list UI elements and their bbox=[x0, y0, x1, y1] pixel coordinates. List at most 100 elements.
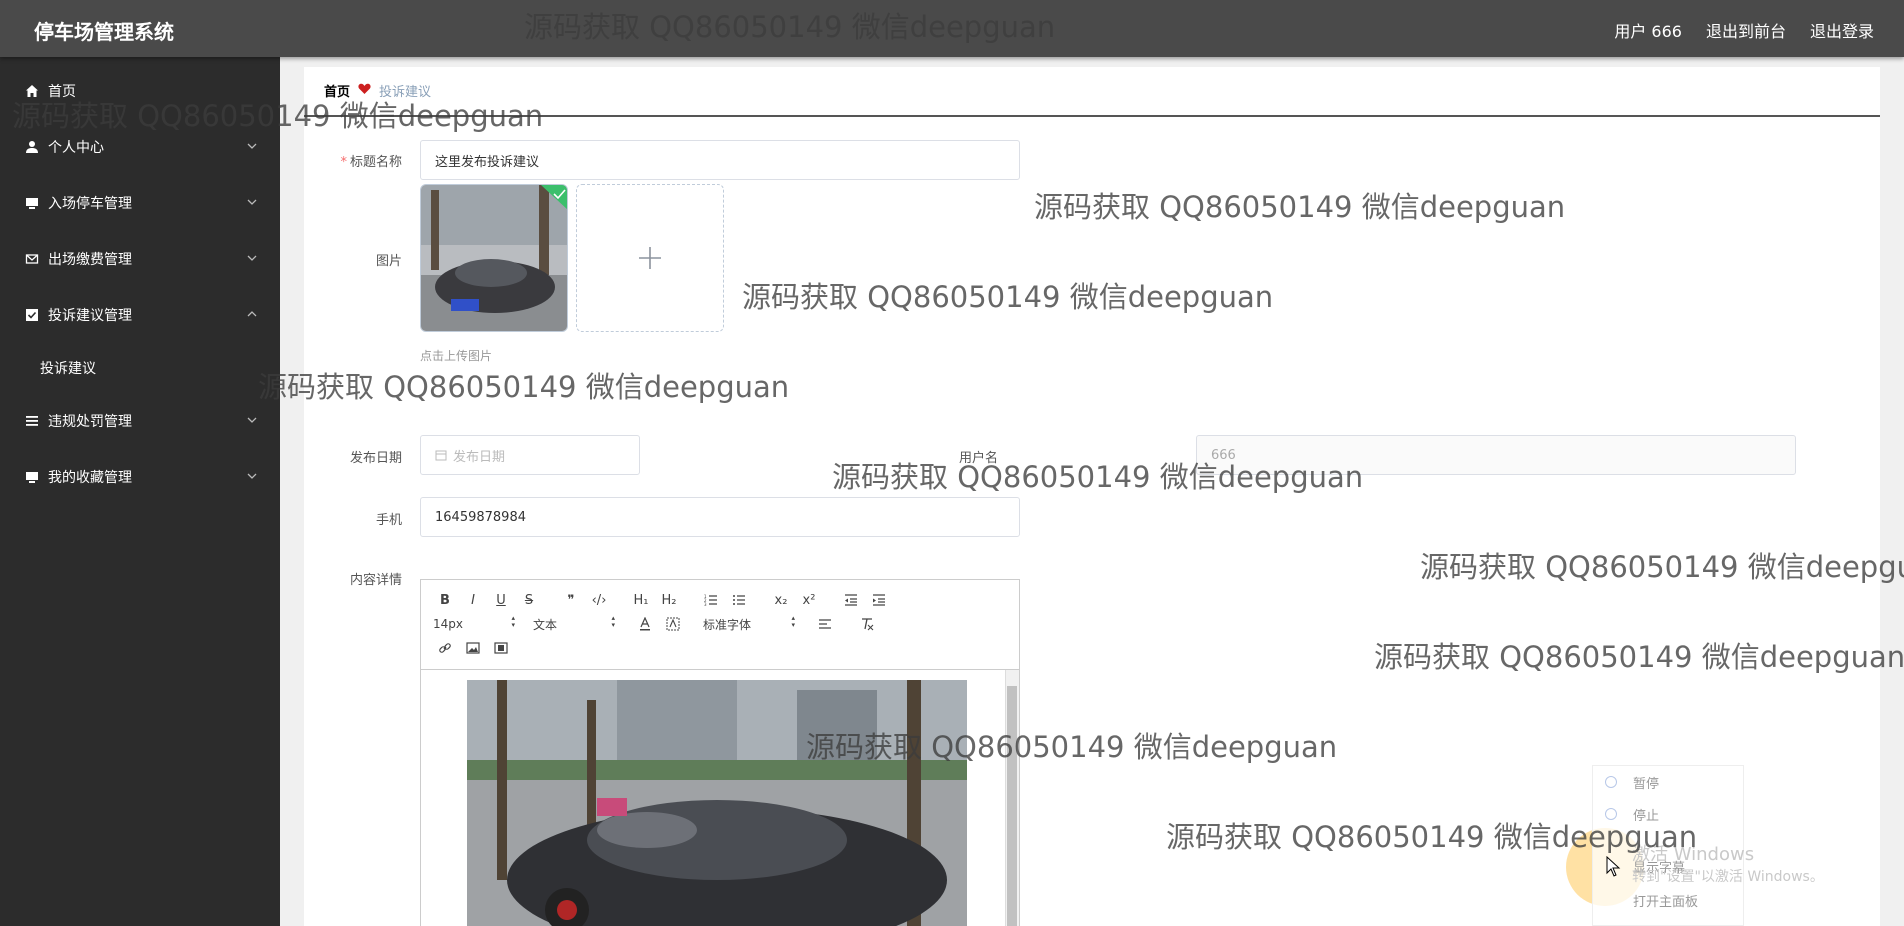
title-label-text: 标题名称 bbox=[349, 155, 402, 170]
video-icon[interactable] bbox=[489, 637, 513, 659]
title-label: * 标题名称 bbox=[312, 151, 402, 170]
list-icon bbox=[24, 413, 40, 429]
heart-icon bbox=[358, 83, 371, 99]
svg-text:3: 3 bbox=[704, 602, 707, 606]
username-label: 用户名 bbox=[958, 451, 998, 466]
activate-windows-title: 激活 Windows bbox=[1632, 844, 1755, 865]
chevron-up-icon bbox=[247, 311, 257, 317]
sidebar-subitem-complaint[interactable]: 投诉建议 bbox=[0, 343, 280, 393]
blockquote-button[interactable]: ❞ bbox=[559, 589, 583, 611]
editor-toolbar: B I U S ❞ ‹/› H₁ H₂ 123 x₂ x² 14px ▴ ▾ 文… bbox=[421, 580, 1019, 670]
sidebar-item-violations[interactable]: 违规处罚管理 bbox=[0, 393, 280, 449]
sidebar-item-exit-payment[interactable]: 出场缴费管理 bbox=[0, 231, 280, 287]
clear-format-icon[interactable] bbox=[855, 613, 879, 635]
user-icon bbox=[24, 139, 40, 155]
plus-icon bbox=[639, 247, 661, 269]
exit-to-front-link[interactable]: 退出到前台 bbox=[1706, 18, 1786, 42]
chevron-down-icon bbox=[247, 417, 257, 423]
calendar-icon bbox=[435, 449, 447, 461]
align-icon[interactable] bbox=[813, 613, 837, 635]
breadcrumb-divider bbox=[304, 115, 1880, 117]
required-mark: * bbox=[340, 155, 347, 170]
monitor-icon bbox=[24, 195, 40, 211]
underline-button[interactable]: U bbox=[489, 589, 513, 611]
font-color-icon[interactable] bbox=[633, 613, 657, 635]
sidebar-item-complaints[interactable]: 投诉建议管理 bbox=[0, 287, 280, 343]
italic-button[interactable]: I bbox=[461, 589, 485, 611]
uploaded-image-thumbnail[interactable] bbox=[420, 184, 568, 332]
menu-item-label: 打开主面板 bbox=[1633, 894, 1699, 910]
activate-windows-subtitle: 转到"设置"以激活 Windows。 bbox=[1632, 869, 1824, 885]
phone-input[interactable]: 16459878984 bbox=[420, 497, 1020, 537]
sidebar-item-favorites[interactable]: 我的收藏管理 bbox=[0, 449, 280, 505]
menu-item-pause[interactable]: 暂停 bbox=[1593, 766, 1743, 798]
date-label: 发布日期 bbox=[349, 451, 402, 466]
breadcrumb-current: 投诉建议 bbox=[379, 85, 432, 100]
breadcrumb: 首页 投诉建议 bbox=[324, 81, 431, 100]
image-label: 图片 bbox=[375, 254, 402, 269]
sidebar-item-label: 我的收藏管理 bbox=[48, 470, 132, 486]
outdent-icon[interactable] bbox=[839, 589, 863, 611]
content-image bbox=[467, 680, 967, 926]
bullet-list-icon[interactable] bbox=[727, 589, 751, 611]
sidebar-item-home[interactable]: 首页 bbox=[0, 63, 280, 119]
menu-item-stop[interactable]: 停止 bbox=[1593, 798, 1743, 830]
font-size-select[interactable]: 14px bbox=[433, 613, 515, 635]
chevron-down-icon bbox=[247, 199, 257, 205]
monitor-icon bbox=[24, 469, 40, 485]
editor-scrollbar[interactable] bbox=[1005, 670, 1019, 926]
username-input[interactable]: 666 bbox=[1196, 435, 1796, 475]
strike-button[interactable]: S bbox=[517, 589, 541, 611]
indent-icon[interactable] bbox=[867, 589, 891, 611]
radio-icon bbox=[1605, 776, 1617, 788]
image-upload-button[interactable] bbox=[576, 184, 724, 332]
link-icon[interactable] bbox=[433, 637, 457, 659]
top-bar: 停车场管理系统 用户 666 退出到前台 退出登录 bbox=[0, 0, 1904, 57]
chevron-down-icon bbox=[247, 473, 257, 479]
upload-tip: 点击上传图片 bbox=[420, 349, 493, 363]
heading2-button[interactable]: H₂ bbox=[657, 589, 681, 611]
ordered-list-icon[interactable]: 123 bbox=[699, 589, 723, 611]
header-actions: 用户 666 退出到前台 退出登录 bbox=[1614, 18, 1874, 42]
subscript-button[interactable]: x₂ bbox=[769, 589, 793, 611]
date-picker[interactable]: 发布日期 bbox=[420, 435, 640, 475]
mail-icon bbox=[24, 251, 40, 267]
sidebar-item-parking-entry[interactable]: 入场停车管理 bbox=[0, 175, 280, 231]
checkbox-icon bbox=[24, 307, 40, 323]
sidebar-item-label: 入场停车管理 bbox=[48, 196, 132, 212]
mouse-cursor-icon bbox=[1606, 856, 1621, 877]
rich-text-editor[interactable]: B I U S ❞ ‹/› H₁ H₂ 123 x₂ x² 14px ▴ ▾ 文… bbox=[420, 579, 1020, 926]
sidebar-item-label: 首页 bbox=[48, 84, 76, 100]
superscript-button[interactable]: x² bbox=[797, 589, 821, 611]
code-block-button[interactable]: ‹/› bbox=[587, 589, 611, 611]
sidebar-item-label: 投诉建议管理 bbox=[48, 308, 132, 324]
paragraph-select[interactable]: 文本 bbox=[533, 613, 615, 635]
phone-label: 手机 bbox=[375, 513, 402, 528]
heading1-button[interactable]: H₁ bbox=[629, 589, 653, 611]
chevron-down-icon bbox=[247, 143, 257, 149]
sidebar: 首页 个人中心 入场停车管理 出场缴费管理 投诉建议管理 投诉建议 违规处罚管理 bbox=[0, 57, 280, 926]
chevron-down-icon bbox=[247, 255, 257, 261]
sidebar-item-label: 出场缴费管理 bbox=[48, 252, 132, 268]
menu-item-label: 停止 bbox=[1633, 808, 1660, 824]
font-family-select[interactable]: 标准字体 bbox=[703, 613, 795, 635]
radio-icon bbox=[1605, 808, 1617, 820]
user-label[interactable]: 用户 666 bbox=[1614, 18, 1682, 42]
image-icon[interactable] bbox=[461, 637, 485, 659]
sidebar-item-profile[interactable]: 个人中心 bbox=[0, 119, 280, 175]
breadcrumb-home[interactable]: 首页 bbox=[324, 81, 350, 100]
menu-item-open-panel[interactable]: 打开主面板 bbox=[1593, 884, 1743, 916]
app-title: 停车场管理系统 bbox=[34, 20, 174, 44]
bold-button[interactable]: B bbox=[433, 589, 457, 611]
title-input[interactable]: 这里发布投诉建议 bbox=[420, 140, 1020, 180]
scrollbar-thumb[interactable] bbox=[1007, 686, 1017, 926]
date-placeholder: 发布日期 bbox=[453, 449, 506, 465]
logout-link[interactable]: 退出登录 bbox=[1810, 18, 1874, 42]
menu-item-label: 暂停 bbox=[1633, 776, 1660, 792]
sidebar-item-label: 违规处罚管理 bbox=[48, 414, 132, 430]
home-icon bbox=[24, 83, 40, 99]
content-label: 内容详情 bbox=[349, 573, 402, 588]
editor-body[interactable] bbox=[421, 670, 1019, 926]
sidebar-item-label: 个人中心 bbox=[48, 140, 104, 156]
background-color-icon[interactable] bbox=[661, 613, 685, 635]
